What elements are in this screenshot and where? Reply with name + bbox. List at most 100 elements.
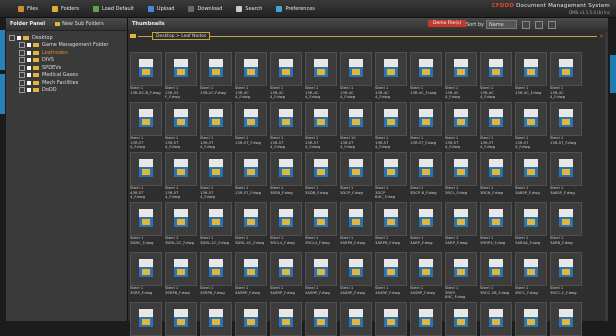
file-thumbnail[interactable] — [550, 302, 582, 336]
file-thumbnail[interactable] — [340, 202, 372, 236]
file-thumbnail[interactable] — [375, 102, 407, 136]
file-thumbnail[interactable] — [305, 302, 337, 336]
file-thumbnail[interactable] — [445, 302, 477, 336]
file-thumbnail[interactable] — [550, 202, 582, 236]
file-thumbnail[interactable] — [200, 52, 232, 86]
toolbar-download-button[interactable]: Download — [188, 5, 222, 12]
toolbar-upload-button[interactable]: Upload — [147, 5, 174, 12]
file-thumbnail[interactable] — [445, 152, 477, 186]
file-thumbnail[interactable] — [480, 152, 512, 186]
file-thumbnail[interactable] — [130, 152, 162, 186]
expand-icon[interactable] — [19, 49, 25, 56]
tree-item[interactable]: SPDEVs — [8, 64, 127, 72]
checkbox[interactable] — [27, 65, 31, 70]
file-thumbnail[interactable] — [480, 102, 512, 136]
file-thumbnail[interactable] — [410, 102, 442, 136]
file-thumbnail[interactable] — [445, 52, 477, 86]
tree-item[interactable]: Game Management Folder — [8, 42, 127, 50]
tree-item[interactable]: DoDD — [8, 87, 127, 95]
file-thumbnail[interactable] — [235, 252, 267, 286]
file-thumbnail[interactable] — [340, 152, 372, 186]
side-tab-folders[interactable] — [0, 30, 5, 70]
file-thumbnail[interactable] — [515, 302, 547, 336]
file-thumbnail[interactable] — [270, 152, 302, 186]
file-thumbnail[interactable] — [130, 102, 162, 136]
file-thumbnail[interactable] — [550, 152, 582, 186]
expand-icon[interactable] — [19, 79, 25, 86]
file-thumbnail[interactable] — [480, 202, 512, 236]
file-thumbnail[interactable] — [410, 202, 442, 236]
file-thumbnail[interactable] — [375, 252, 407, 286]
tree-item[interactable]: Mech Facilities — [8, 79, 127, 87]
file-thumbnail[interactable] — [340, 52, 372, 86]
expand-icon[interactable] — [19, 64, 25, 71]
checkbox[interactable] — [27, 88, 31, 93]
file-thumbnail[interactable] — [410, 52, 442, 86]
checkbox[interactable] — [17, 35, 21, 40]
file-thumbnail[interactable] — [445, 202, 477, 236]
file-thumbnail[interactable] — [375, 152, 407, 186]
file-thumbnail[interactable] — [200, 252, 232, 286]
file-thumbnail[interactable] — [130, 52, 162, 86]
toolbar-preferences-button[interactable]: Preferences — [276, 5, 315, 12]
file-thumbnail[interactable] — [375, 302, 407, 336]
toolbar-search-button[interactable]: Search — [236, 5, 262, 12]
file-thumbnail[interactable] — [165, 252, 197, 286]
file-thumbnail[interactable] — [200, 102, 232, 136]
sort-select[interactable]: Name — [485, 20, 517, 29]
expand-icon[interactable] — [19, 87, 25, 94]
close-icon[interactable]: ✕ — [599, 33, 604, 40]
file-thumbnail[interactable] — [235, 202, 267, 236]
breadcrumb-path[interactable]: Desktop > Leaf Nodes — [152, 32, 211, 40]
side-tab-preferences[interactable] — [0, 74, 5, 114]
tree-item[interactable]: DIVS — [8, 57, 127, 65]
file-thumbnail[interactable] — [235, 52, 267, 86]
file-thumbnail[interactable] — [550, 252, 582, 286]
scrollbar[interactable] — [605, 32, 608, 321]
checkbox[interactable] — [27, 43, 31, 48]
new-subfolder-button[interactable]: New Sub Folders — [55, 21, 104, 27]
file-thumbnail[interactable] — [340, 252, 372, 286]
file-thumbnail[interactable] — [445, 102, 477, 136]
list-view-icon[interactable] — [547, 20, 556, 29]
expand-icon[interactable] — [19, 42, 25, 49]
file-thumbnail[interactable] — [480, 252, 512, 286]
file-thumbnail[interactable] — [235, 102, 267, 136]
file-thumbnail[interactable] — [305, 102, 337, 136]
file-thumbnail[interactable] — [270, 302, 302, 336]
checkbox[interactable] — [27, 80, 31, 85]
file-thumbnail[interactable] — [375, 52, 407, 86]
file-thumbnail[interactable] — [165, 302, 197, 336]
file-thumbnail[interactable] — [550, 102, 582, 136]
file-thumbnail[interactable] — [480, 302, 512, 336]
file-thumbnail[interactable] — [340, 102, 372, 136]
expand-icon[interactable] — [19, 72, 25, 79]
file-thumbnail[interactable] — [130, 252, 162, 286]
file-thumbnail[interactable] — [515, 52, 547, 86]
demo-files-button[interactable]: Demo File(s) — [428, 20, 467, 27]
file-thumbnail[interactable] — [200, 152, 232, 186]
file-thumbnail[interactable] — [165, 152, 197, 186]
file-thumbnail[interactable] — [445, 252, 477, 286]
file-thumbnail[interactable] — [200, 302, 232, 336]
file-thumbnail[interactable] — [340, 302, 372, 336]
file-thumbnail[interactable] — [480, 52, 512, 86]
file-thumbnail[interactable] — [550, 52, 582, 86]
toolbar-load-default-button[interactable]: Load Default — [93, 5, 134, 12]
file-thumbnail[interactable] — [515, 102, 547, 136]
file-thumbnail[interactable] — [410, 302, 442, 336]
refresh-icon[interactable] — [521, 20, 530, 29]
file-thumbnail[interactable] — [200, 202, 232, 236]
tree-item[interactable]: Desktop — [8, 34, 127, 42]
file-thumbnail[interactable] — [130, 202, 162, 236]
tree-item[interactable]: Leafnodes — [8, 49, 127, 57]
file-thumbnail[interactable] — [270, 202, 302, 236]
file-thumbnail[interactable] — [235, 302, 267, 336]
file-thumbnail[interactable] — [305, 152, 337, 186]
file-thumbnail[interactable] — [515, 152, 547, 186]
checkbox[interactable] — [27, 73, 31, 78]
checkbox[interactable] — [27, 50, 31, 55]
file-thumbnail[interactable] — [515, 202, 547, 236]
file-thumbnail[interactable] — [270, 52, 302, 86]
tree-item[interactable]: Medical Gases — [8, 72, 127, 80]
